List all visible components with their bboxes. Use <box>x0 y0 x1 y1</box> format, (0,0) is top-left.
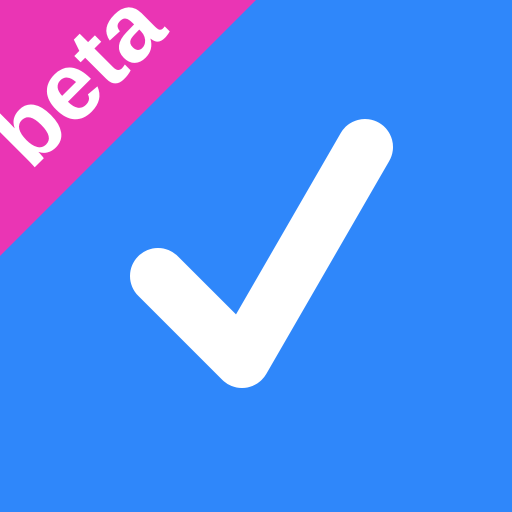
app-icon: beta <box>0 0 512 512</box>
app-icon-graphic: beta <box>0 0 512 512</box>
